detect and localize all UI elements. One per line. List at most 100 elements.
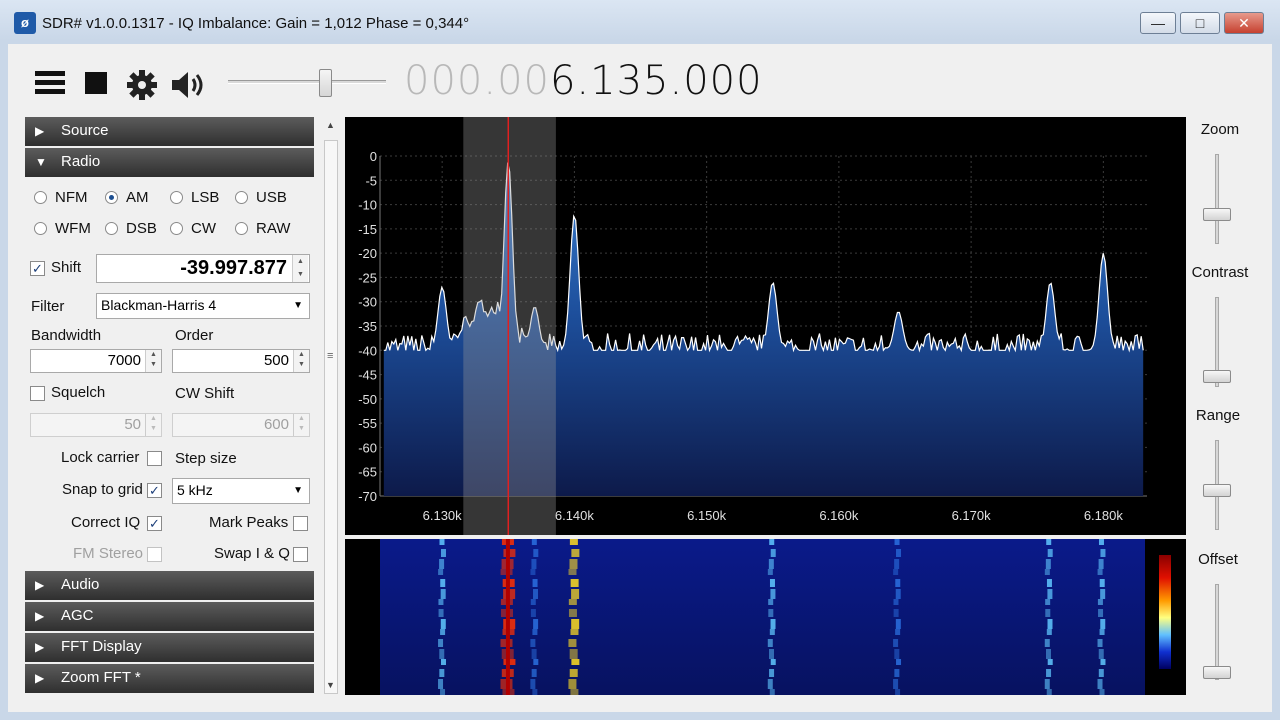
- order-spinner[interactable]: ▲ ▼: [293, 350, 309, 372]
- scroll-up-icon[interactable]: ▲: [326, 120, 335, 130]
- maximize-button[interactable]: □: [1180, 12, 1220, 34]
- fm-stereo-checkbox[interactable]: [147, 547, 162, 562]
- squelch-checkbox[interactable]: [30, 386, 45, 401]
- section-fft-display[interactable]: ▶ FFT Display: [25, 633, 314, 662]
- cw-shift-input[interactable]: 600: [172, 413, 310, 437]
- waterfall-signal-segment: [533, 659, 539, 665]
- filter-select[interactable]: Blackman-Harris 4 ▼: [96, 293, 310, 319]
- waterfall-signal-segment: [1046, 539, 1052, 545]
- waterfall-signal-segment: [895, 579, 901, 587]
- waterfall-signal-segment: [770, 549, 776, 557]
- mode-radio-usb[interactable]: [235, 191, 248, 204]
- waterfall-signal-segment: [568, 609, 577, 617]
- mode-label-raw: RAW: [256, 220, 291, 237]
- y-tick-label: -60: [358, 440, 377, 455]
- mode-radio-nfm[interactable]: [34, 191, 47, 204]
- waterfall-signal-segment: [894, 539, 900, 545]
- shift-input[interactable]: -39.997.877: [96, 254, 310, 283]
- mode-radio-raw[interactable]: [235, 222, 248, 235]
- y-tick-label: -15: [358, 222, 377, 237]
- waterfall-signal-segment: [532, 579, 538, 587]
- x-tick-label: 6.130k: [423, 508, 463, 523]
- waterfall-signal-segment: [1100, 619, 1106, 629]
- volume-slider-track[interactable]: [228, 80, 386, 84]
- squelch-input[interactable]: 50: [30, 413, 162, 437]
- range-slider-thumb[interactable]: [1203, 484, 1231, 497]
- waterfall-signal-segment: [895, 629, 901, 635]
- contrast-slider-thumb[interactable]: [1203, 370, 1231, 383]
- waterfall-signal-segment: [893, 679, 899, 689]
- frequency-leading-digits[interactable]: 000.00: [404, 58, 550, 104]
- x-tick-label: 6.140k: [555, 508, 595, 523]
- section-zoom-fft[interactable]: ▶ Zoom FFT *: [25, 664, 314, 693]
- y-tick-label: -40: [358, 343, 377, 358]
- waterfall-signal-segment: [1099, 629, 1105, 635]
- mode-radio-cw[interactable]: [170, 222, 183, 235]
- splitter-grip-icon[interactable]: ≡: [327, 350, 333, 362]
- waterfall-signal-segment: [530, 609, 536, 617]
- minimize-button[interactable]: —: [1140, 12, 1176, 34]
- spectrum-plot[interactable]: 0 -5 -10 -15 -20 -25 -30 -35 -40 -45 -50 -55 -60 -65 -…: [345, 117, 1186, 535]
- waterfall-plot[interactable]: [345, 539, 1186, 695]
- bandwidth-input[interactable]: 7000: [30, 349, 162, 373]
- speaker-icon[interactable]: [168, 68, 208, 104]
- section-radio[interactable]: ▼ Radio: [25, 148, 314, 177]
- section-agc-label: AGC: [61, 607, 94, 624]
- stop-icon[interactable]: [76, 68, 116, 104]
- mode-label-cw: CW: [191, 220, 216, 237]
- scroll-down-icon[interactable]: ▼: [326, 680, 335, 690]
- bandwidth-spinner[interactable]: ▲ ▼: [145, 350, 161, 372]
- section-source[interactable]: ▶ Source: [25, 117, 314, 146]
- mode-radio-wfm[interactable]: [34, 222, 47, 235]
- cw-shift-label: CW Shift: [175, 385, 235, 402]
- swap-iq-label: Swap I & Q: [214, 545, 290, 562]
- expand-arrow-icon: ▶: [35, 609, 45, 623]
- waterfall-signal-segment: [893, 609, 899, 617]
- volume-slider-thumb[interactable]: [319, 69, 332, 97]
- step-size-select[interactable]: 5 kHz ▼: [172, 478, 310, 504]
- x-tick-label: 6.170k: [952, 508, 992, 523]
- waterfall-display[interactable]: [345, 539, 1186, 695]
- offset-slider-thumb[interactable]: [1203, 666, 1231, 679]
- shift-spinner[interactable]: ▲ ▼: [292, 255, 308, 282]
- order-input[interactable]: 500: [172, 349, 310, 373]
- frequency-active-digits[interactable]: 6.135.000: [550, 58, 763, 104]
- zoom-slider-thumb[interactable]: [1203, 208, 1231, 221]
- waterfall-signal-segment: [531, 559, 537, 569]
- shift-checkbox[interactable]: ✓: [30, 261, 45, 276]
- section-agc[interactable]: ▶ AGC: [25, 602, 314, 631]
- correct-iq-checkbox[interactable]: ✓: [147, 516, 162, 531]
- close-button[interactable]: ✕: [1224, 12, 1264, 34]
- cw-shift-spinner[interactable]: ▲ ▼: [293, 414, 309, 436]
- mark-peaks-label: Mark Peaks: [209, 514, 289, 531]
- squelch-spinner[interactable]: ▲ ▼: [145, 414, 161, 436]
- section-audio[interactable]: ▶ Audio: [25, 571, 314, 600]
- waterfall-signal-segment: [1097, 569, 1103, 575]
- waterfall-signal-segment: [569, 669, 578, 677]
- step-size-label: Step size: [175, 450, 237, 467]
- mode-radio-lsb[interactable]: [170, 191, 183, 204]
- lock-carrier-checkbox[interactable]: [147, 451, 162, 466]
- waterfall-signal-segment: [768, 609, 774, 617]
- left-panel-scrollbar[interactable]: ▲ ≡ ▼: [322, 118, 340, 694]
- frequency-display[interactable]: 000.006.135.000: [404, 58, 763, 104]
- hamburger-menu-icon[interactable]: [30, 68, 70, 104]
- waterfall-signal-segment: [440, 689, 446, 695]
- scrollbar-thumb[interactable]: [324, 140, 338, 694]
- waterfall-signal-segment: [769, 649, 775, 659]
- y-tick-label: 0: [370, 149, 377, 164]
- waterfall-signal-segment: [895, 589, 901, 599]
- spectrum-analyzer[interactable]: 0 -5 -10 -15 -20 -25 -30 -35 -40 -45 -50 -55 -60 -65 -…: [345, 117, 1186, 535]
- waterfall-signal-segment: [768, 599, 774, 605]
- swap-iq-checkbox[interactable]: [293, 547, 308, 562]
- mark-peaks-checkbox[interactable]: [293, 516, 308, 531]
- snap-to-grid-checkbox[interactable]: ✓: [147, 483, 162, 498]
- waterfall-signal-segment: [569, 559, 578, 569]
- mode-radio-am[interactable]: [105, 191, 118, 204]
- section-zoom-fft-label: Zoom FFT *: [61, 669, 141, 686]
- waterfall-signal-segment: [1046, 579, 1052, 587]
- gear-icon[interactable]: [122, 68, 162, 104]
- mode-radio-dsb[interactable]: [105, 222, 118, 235]
- zoom-slider-track[interactable]: [1215, 154, 1219, 244]
- waterfall-signal-segment: [532, 629, 538, 635]
